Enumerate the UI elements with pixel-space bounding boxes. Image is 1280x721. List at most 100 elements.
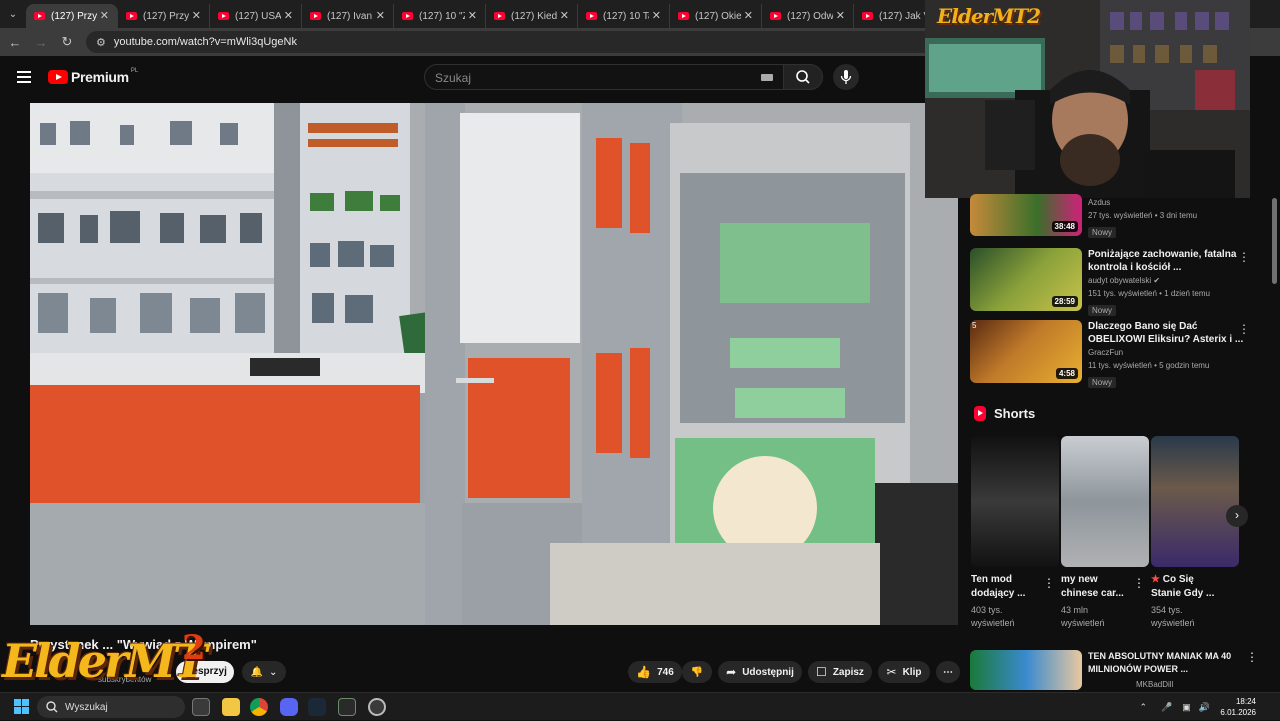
- youtube-premium-logo[interactable]: Premium PL: [48, 69, 138, 85]
- discord-icon[interactable]: [280, 698, 298, 716]
- more-options-icon[interactable]: ⋮: [1043, 576, 1055, 590]
- keyboard-icon[interactable]: [761, 74, 773, 81]
- recommended-video[interactable]: 5 4:58 Dlaczego Bano się Dać OBELIXOWI E…: [970, 320, 1270, 388]
- browser-tab[interactable]: (127) Odwie✕: [762, 4, 854, 28]
- video-title[interactable]: Dlaczego Bano się Dać OBELIXOWI Eliksiru…: [1088, 320, 1248, 346]
- channel-name[interactable]: Azdus: [1088, 196, 1248, 209]
- network-icon[interactable]: ▣: [1182, 702, 1191, 713]
- more-options-icon[interactable]: ⋮: [1246, 650, 1258, 664]
- short-title[interactable]: my new chinese car...: [1061, 573, 1135, 601]
- video-thumbnail[interactable]: 38:48: [970, 194, 1082, 236]
- new-badge: Nowy: [1088, 305, 1116, 316]
- subscriber-count: subskrybentów: [98, 675, 151, 684]
- site-info-icon[interactable]: ⚙: [96, 36, 106, 49]
- more-options-icon[interactable]: ⋮: [1133, 576, 1145, 590]
- close-tab-icon[interactable]: ✕: [560, 9, 569, 22]
- volume-icon[interactable]: 🔊: [1199, 702, 1210, 713]
- more-actions-button[interactable]: ⋯: [936, 661, 960, 683]
- short-title[interactable]: ★ Co Się Stanie Gdy ...: [1151, 573, 1225, 601]
- chevron-up-icon[interactable]: ⌃: [1140, 702, 1148, 713]
- steam-icon[interactable]: [308, 698, 326, 716]
- short-thumbnail[interactable]: [1061, 436, 1149, 567]
- browser-tab[interactable]: (127) Ivan Ze✕: [302, 4, 394, 28]
- back-arrow-icon[interactable]: ←: [2, 35, 28, 50]
- close-tab-icon[interactable]: ✕: [744, 9, 753, 22]
- short-item[interactable]: ★ Co Się Stanie Gdy ... 354 tys. wyświet…: [1151, 436, 1239, 630]
- reload-icon[interactable]: ↻: [54, 34, 80, 50]
- channel-name[interactable]: GraczFun: [1088, 346, 1248, 359]
- recommended-video[interactable]: 28:59 Poniżające zachowanie, fatalna kon…: [970, 248, 1270, 316]
- forward-arrow-icon[interactable]: →: [28, 35, 54, 50]
- app-window-icon[interactable]: [338, 698, 356, 716]
- new-badge: Nowy: [1088, 227, 1116, 238]
- taskbar-search[interactable]: Wyszukaj: [37, 696, 185, 718]
- chevron-right-icon[interactable]: ›: [1226, 505, 1248, 527]
- browser-tab[interactable]: (127) 10 "Zł✕: [394, 4, 486, 28]
- thumbs-down-icon: 👎: [691, 667, 703, 678]
- scrollbar-thumb[interactable]: [1272, 198, 1277, 284]
- search-input[interactable]: Szukaj: [424, 64, 784, 90]
- more-horizontal-icon: ⋯: [943, 667, 953, 678]
- share-button[interactable]: ➦Udostępnij: [718, 661, 802, 683]
- close-tab-icon[interactable]: ✕: [652, 9, 661, 22]
- browser-tab[interactable]: (127) USA at✕: [210, 4, 302, 28]
- tab-search-chevron-icon[interactable]: ⌄: [0, 0, 26, 28]
- close-tab-icon[interactable]: ✕: [468, 9, 477, 22]
- close-tab-icon[interactable]: ✕: [836, 9, 845, 22]
- menu-icon[interactable]: [17, 71, 31, 83]
- windows-taskbar: Wyszukaj ⌃ 🎤 ▣ 🔊 18:24 6.01.2026: [0, 692, 1280, 720]
- more-options-icon[interactable]: ⋮: [1238, 250, 1250, 264]
- browser-tab[interactable]: (127) Przyjęc✕: [118, 4, 210, 28]
- browser-tab[interactable]: (127) Okiem✕: [670, 4, 762, 28]
- file-explorer-icon[interactable]: [222, 698, 240, 716]
- short-title[interactable]: Ten mod dodający ...: [971, 573, 1045, 601]
- browser-tab[interactable]: (127) 10 Taje✕: [578, 4, 670, 28]
- tab-title: (127) Ivan Ze: [327, 11, 373, 22]
- youtube-favicon-icon: [34, 12, 45, 20]
- share-label: Udostępnij: [742, 667, 794, 678]
- close-tab-icon[interactable]: ✕: [100, 9, 109, 22]
- like-count: 746: [657, 667, 674, 678]
- video-thumbnail[interactable]: [970, 650, 1082, 690]
- channel-name[interactable]: audyt obywatelski ✔: [1088, 274, 1248, 287]
- support-button[interactable]: Wesprzyj: [176, 661, 234, 683]
- video-title[interactable]: Poniżające zachowanie, fatalna kontrola …: [1088, 248, 1248, 274]
- video-player[interactable]: [30, 103, 958, 625]
- rank-number: 5: [972, 321, 976, 330]
- close-tab-icon[interactable]: ✕: [192, 9, 201, 22]
- channel-label: audyt obywatelski: [1088, 276, 1151, 285]
- more-options-icon[interactable]: ⋮: [1238, 322, 1250, 336]
- search-button[interactable]: [783, 64, 823, 90]
- video-thumbnail[interactable]: 28:59: [970, 248, 1082, 311]
- url-field[interactable]: ⚙ youtube.com/watch?v=mWli3qUgeNk: [86, 31, 966, 53]
- tab-title: (127) Jak Vil: [879, 11, 925, 22]
- short-thumbnail[interactable]: [971, 436, 1059, 567]
- close-tab-icon[interactable]: ✕: [376, 9, 385, 22]
- close-tab-icon[interactable]: ✕: [284, 9, 293, 22]
- short-thumbnail[interactable]: [1151, 436, 1239, 567]
- short-item[interactable]: Ten mod dodający ... 403 tys. wyświetleń…: [971, 436, 1059, 630]
- tab-title: (127) Kiedy: [511, 11, 557, 22]
- taskbar-clock[interactable]: 18:24 6.01.2026: [1220, 696, 1256, 718]
- voice-search-button[interactable]: [833, 64, 859, 90]
- new-badge: Nowy: [1088, 377, 1116, 388]
- clip-button[interactable]: ✂Klip: [878, 661, 930, 683]
- channel-name[interactable]: MKBadDill: [1136, 680, 1173, 689]
- like-button[interactable]: 👍 746: [628, 661, 682, 683]
- recommended-video[interactable]: TEN ABSOLUTNY MANIAK MA 40 MILNIONÓW POW…: [970, 648, 1270, 692]
- thumbs-up-icon: 👍: [636, 665, 651, 679]
- save-button[interactable]: ☐Zapisz: [808, 661, 872, 683]
- video-title[interactable]: TEN ABSOLUTNY MANIAK MA 40 MILNIONÓW POW…: [1088, 650, 1240, 676]
- task-view-icon[interactable]: [192, 698, 210, 716]
- notifications-button[interactable]: 🔔⌄: [242, 661, 286, 683]
- scissors-icon: ✂: [887, 665, 897, 679]
- browser-tab[interactable]: (127) Przystan✕: [26, 4, 118, 28]
- obs-icon[interactable]: [368, 698, 386, 716]
- chrome-icon[interactable]: [250, 698, 268, 716]
- dislike-button[interactable]: 👎: [682, 661, 712, 683]
- video-thumbnail[interactable]: 5 4:58: [970, 320, 1082, 383]
- short-item[interactable]: my new chinese car... 43 mln wyświetleń …: [1061, 436, 1149, 630]
- microphone-tray-icon[interactable]: 🎤: [1161, 702, 1172, 713]
- browser-tab[interactable]: (127) Kiedy✕: [486, 4, 578, 28]
- windows-start-icon[interactable]: [14, 699, 29, 714]
